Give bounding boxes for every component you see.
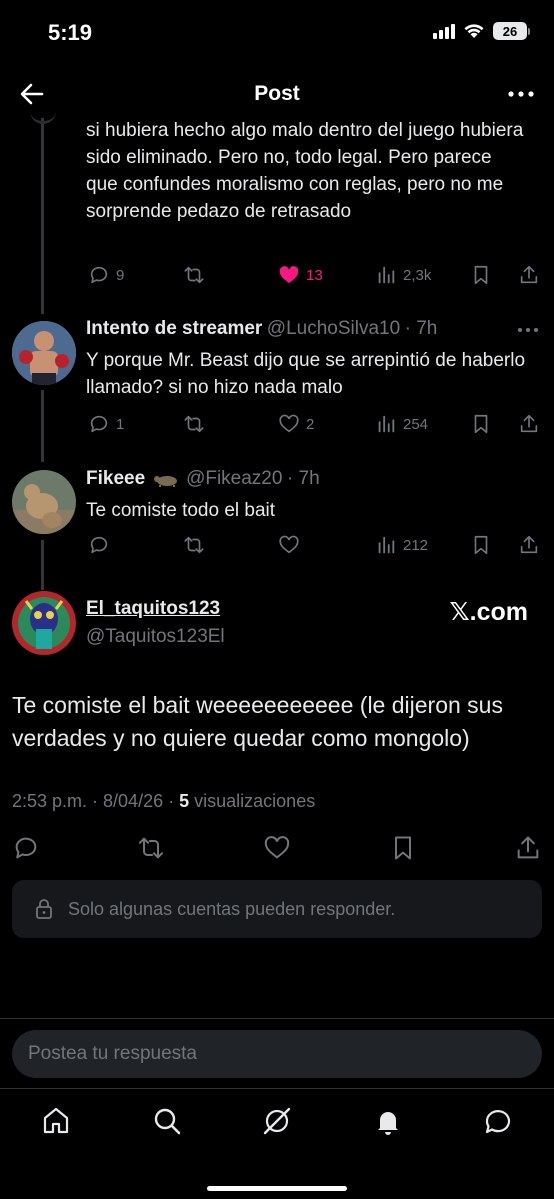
share-icon[interactable]: [518, 534, 540, 556]
display-name[interactable]: Fikeee: [86, 468, 145, 489]
reply-count: 1: [116, 415, 125, 433]
reply-button[interactable]: 1: [88, 413, 124, 435]
reply2-header: Fikeee @Fikeaz20 · 7h: [86, 468, 506, 490]
share-icon[interactable]: [518, 264, 540, 286]
views-icon: [378, 266, 395, 284]
status-time: 5:19: [48, 20, 93, 45]
animal-emoji-icon: [153, 475, 177, 487]
reply-icon: [90, 415, 108, 433]
reply-icon: [90, 536, 108, 554]
share-icon[interactable]: [518, 413, 540, 435]
heart-icon[interactable]: [263, 834, 291, 862]
repost-icon[interactable]: [137, 834, 165, 862]
reply-input-placeholder: Postea tu respuesta: [28, 1043, 197, 1064]
post-header: Post: [0, 70, 554, 118]
views-button[interactable]: 212: [375, 534, 428, 556]
divider: [0, 1018, 554, 1019]
home-icon[interactable]: [40, 1105, 72, 1137]
user-handle[interactable]: @Taquitos123El: [86, 626, 225, 648]
share-icon[interactable]: [514, 834, 542, 862]
lock-icon: [36, 899, 52, 919]
battery-icon: 26: [493, 22, 530, 40]
heart-filled-icon: [279, 266, 299, 284]
post-time: · 7h: [286, 468, 320, 489]
like-button[interactable]: [278, 534, 300, 556]
avatar[interactable]: [12, 591, 76, 655]
divider: [0, 1088, 554, 1089]
search-icon[interactable]: [151, 1105, 183, 1137]
reply2-actions: 212: [0, 532, 554, 558]
avatar[interactable]: [12, 321, 76, 385]
display-name[interactable]: Intento de streamer: [86, 318, 262, 339]
parent-avatar-edge: [30, 110, 56, 124]
reply1-actions: 1 2 254: [0, 411, 554, 437]
bookmark-icon[interactable]: [470, 413, 492, 435]
views-count: 212: [403, 536, 429, 554]
repost-icon: [184, 266, 204, 284]
bottom-navigation: [0, 1095, 554, 1147]
views-icon: [378, 536, 395, 554]
cellular-signal-icon: [433, 23, 455, 39]
heart-icon: [279, 535, 299, 554]
repost-button[interactable]: [183, 413, 205, 435]
animal-avatar-icon: [12, 470, 76, 534]
reply-button[interactable]: [88, 534, 110, 556]
restriction-text: Solo algunas cuentas pueden responder.: [68, 898, 396, 919]
x-watermark: 𝕏.com: [449, 598, 529, 626]
reply-input[interactable]: Postea tu respuesta: [12, 1030, 542, 1078]
main-tweet-actions: [0, 834, 554, 866]
post-meta: 2:53 p.m. · 8/04/26 · 5 visualizaciones: [12, 791, 315, 812]
repost-icon: [184, 536, 204, 554]
repost-icon: [184, 415, 204, 433]
display-name[interactable]: El_taquitos123: [86, 598, 220, 620]
mask-avatar-icon: [12, 591, 76, 655]
user-handle[interactable]: @LuchoSilva10: [267, 318, 400, 339]
reply-restriction-notice: Solo algunas cuentas pueden responder.: [12, 880, 542, 938]
like-count: 2: [306, 415, 315, 433]
home-indicator: [207, 1186, 347, 1191]
reply1-text: Y porque Mr. Beast dijo que se arrepinti…: [86, 350, 526, 398]
heart-icon: [279, 414, 299, 433]
user-handle[interactable]: @Fikeaz20: [186, 468, 282, 489]
reply-button[interactable]: 9: [88, 264, 124, 286]
notifications-icon[interactable]: [372, 1105, 404, 1137]
views-button[interactable]: 254: [375, 413, 428, 435]
post-timestamp: 2:53 p.m. · 8/04/26 ·: [12, 791, 175, 811]
views-button[interactable]: 2,3k: [375, 264, 431, 286]
grok-icon[interactable]: [261, 1105, 293, 1137]
reply-icon[interactable]: [12, 834, 40, 862]
more-options-icon[interactable]: [516, 326, 540, 334]
reply-count: 9: [116, 266, 125, 284]
wifi-icon: [464, 24, 484, 38]
more-options-icon[interactable]: [506, 84, 536, 104]
like-count: 13: [306, 266, 323, 284]
bookmark-icon[interactable]: [389, 834, 417, 862]
reply2-text: Te comiste todo el bait: [86, 500, 276, 521]
page-title: Post: [254, 82, 300, 105]
bookmark-icon[interactable]: [470, 264, 492, 286]
main-tweet-text: Te comiste el bait weeeeeeeeeee (le dije…: [12, 692, 503, 751]
repost-button[interactable]: [183, 534, 205, 556]
views-count: 2,3k: [403, 266, 432, 284]
like-button[interactable]: 13: [278, 264, 323, 286]
messages-icon[interactable]: [482, 1105, 514, 1137]
parent-tweet-actions: 9 13 2,3k: [0, 262, 554, 288]
status-bar: 5:19 26: [0, 0, 554, 66]
bookmark-icon[interactable]: [470, 534, 492, 556]
reply-icon: [90, 266, 108, 284]
post-time: · 7h: [404, 318, 438, 339]
views-count: 5: [179, 791, 190, 811]
reply1-header: Intento de streamer @LuchoSilva10 · 7h: [86, 318, 506, 340]
parent-tweet-text: si hubiera hecho algo malo dentro del ju…: [86, 120, 524, 222]
views-label: visualizaciones: [194, 791, 316, 811]
views-count: 254: [403, 415, 429, 433]
views-icon: [378, 415, 395, 433]
boxer-avatar-icon: [12, 321, 76, 385]
avatar[interactable]: [12, 470, 76, 534]
repost-button[interactable]: [183, 264, 205, 286]
like-button[interactable]: 2: [278, 413, 314, 435]
